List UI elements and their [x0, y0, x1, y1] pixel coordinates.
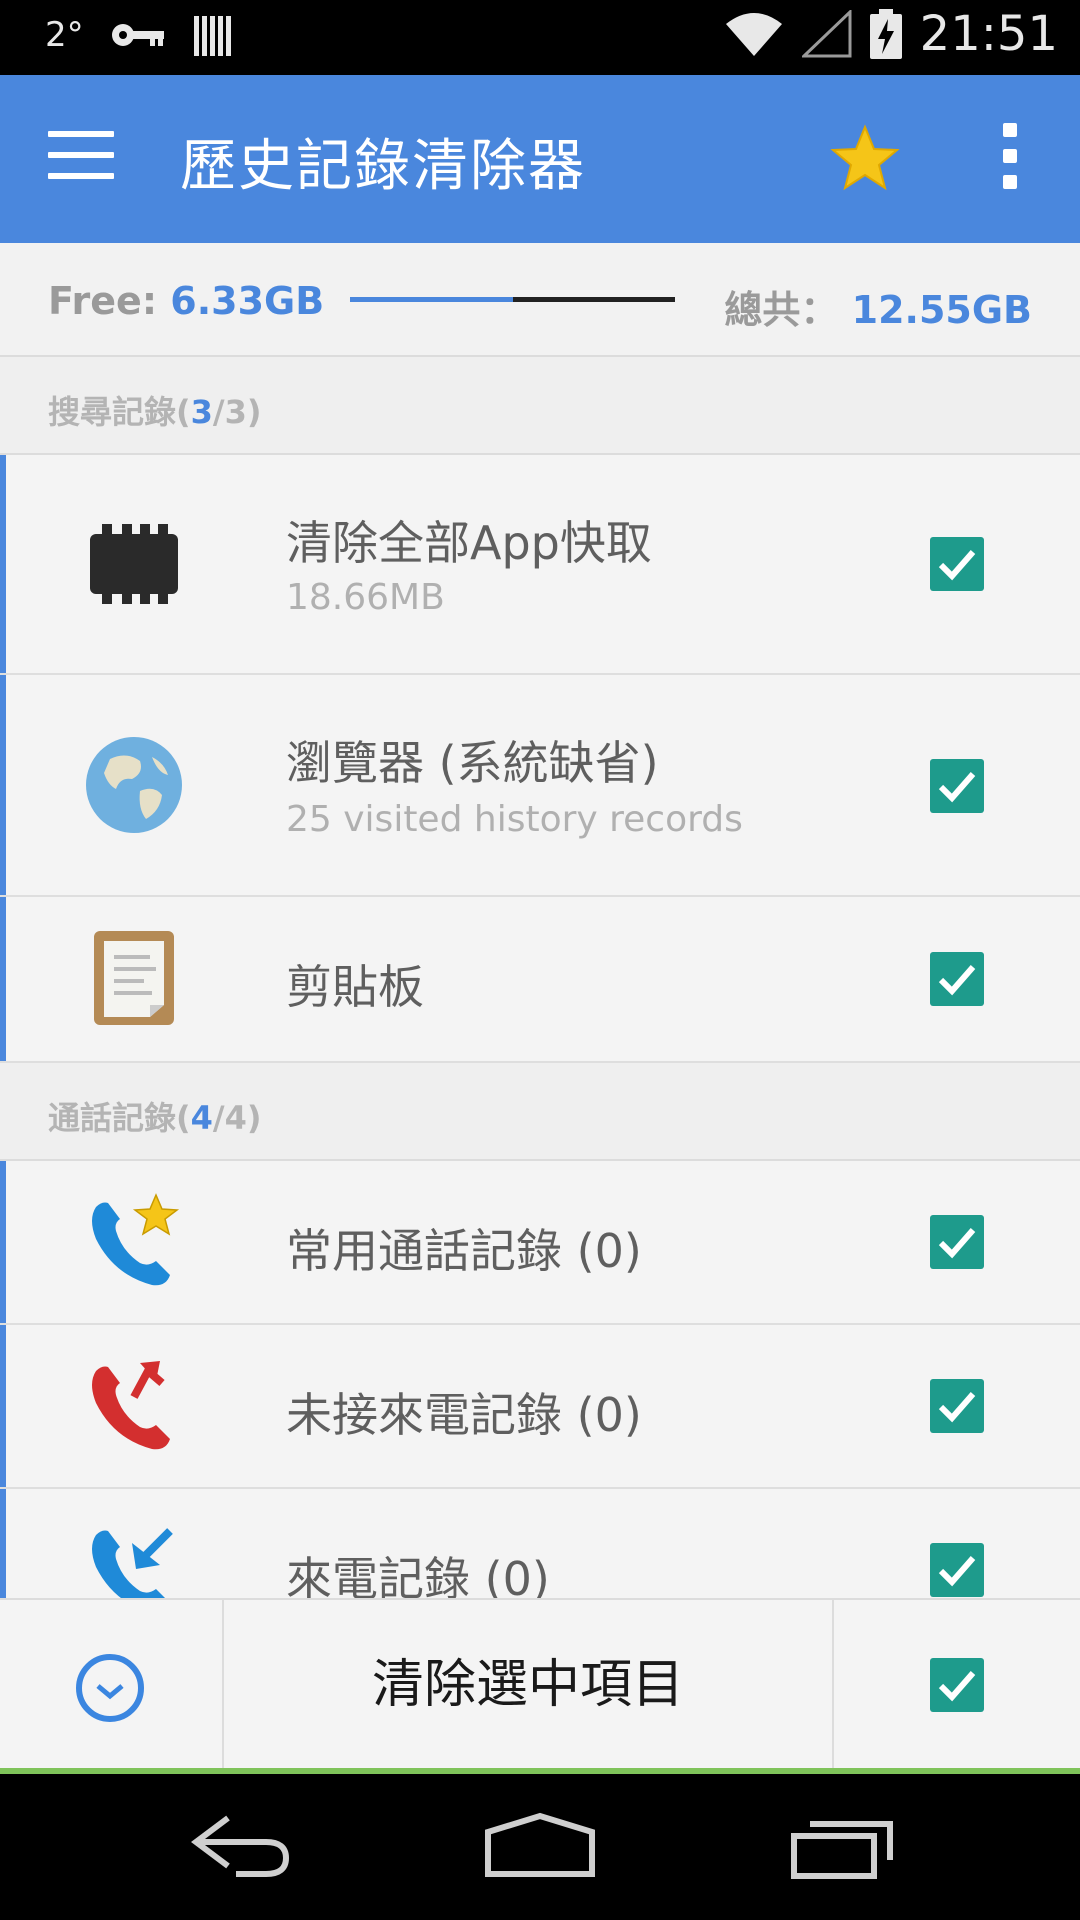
app-bar: 歷史記錄清除器 — [0, 75, 1080, 243]
list-item-browser[interactable]: 瀏覽器 (系統缺省) 25 visited history records — [0, 675, 1080, 897]
wifi-icon — [725, 13, 782, 56]
storage-usage-bar — [350, 297, 675, 302]
favorite-call-icon — [92, 1193, 180, 1286]
signal-icon — [801, 10, 852, 58]
section-count: 3 — [190, 393, 213, 431]
item-title: 剪貼板 — [286, 960, 424, 1014]
select-all-checkbox[interactable] — [930, 1658, 984, 1712]
section-count: 4 — [190, 1099, 213, 1137]
section-header-calls: 通話記錄(4/4) — [0, 1063, 1080, 1161]
globe-icon — [86, 737, 182, 833]
item-checkbox[interactable] — [930, 537, 984, 591]
item-checkbox[interactable] — [930, 952, 984, 1006]
temperature-text: 2° — [45, 15, 84, 55]
list-item-favorite-calls[interactable]: 常用通話記錄 (0) — [0, 1161, 1080, 1325]
section-title: 搜尋記錄 — [48, 393, 177, 431]
item-checkbox[interactable] — [930, 759, 984, 813]
item-checkbox[interactable] — [930, 1379, 984, 1433]
item-checkbox[interactable] — [930, 1543, 984, 1597]
section-header-search: 搜尋記錄(3/3) — [0, 357, 1080, 455]
free-storage: Free: 6.33GB — [48, 279, 325, 323]
section-title: 通話記錄 — [48, 1099, 177, 1137]
list-item-app-cache[interactable]: 清除全部App快取 18.66MB — [0, 455, 1080, 675]
battery-charging-icon — [869, 9, 902, 59]
recents-icon[interactable] — [790, 1812, 896, 1882]
key-icon — [111, 24, 164, 46]
home-icon[interactable] — [484, 1812, 596, 1882]
back-icon[interactable] — [188, 1812, 292, 1882]
item-title: 常用通話記錄 (0) — [286, 1224, 642, 1278]
clock-icon — [76, 1654, 144, 1722]
bottom-action-bar: 清除選中項目 — [0, 1598, 1080, 1770]
status-bar: 2° 21:51 — [0, 0, 1080, 75]
page-title: 歷史記錄清除器 — [180, 134, 586, 199]
missed-call-icon — [92, 1361, 170, 1450]
star-icon[interactable] — [830, 123, 900, 193]
item-title: 未接來電記錄 (0) — [286, 1388, 642, 1442]
menu-icon[interactable] — [48, 131, 114, 187]
chip-icon — [90, 524, 178, 604]
storage-usage-fill — [350, 297, 513, 302]
navigation-bar — [0, 1774, 1080, 1920]
item-checkbox[interactable] — [930, 1215, 984, 1269]
storage-summary: Free: 6.33GB 總共： 12.55GB — [0, 243, 1080, 357]
barcode-icon — [193, 16, 231, 56]
item-subtitle: 25 visited history records — [286, 799, 743, 840]
item-title: 清除全部App快取 — [286, 516, 652, 570]
clock-text: 21:51 — [919, 6, 1058, 62]
clean-selected-button[interactable]: 清除選中項目 — [224, 1600, 834, 1770]
clipboard-icon — [94, 931, 174, 1025]
overflow-menu-icon[interactable] — [995, 123, 1025, 198]
item-subtitle: 18.66MB — [286, 577, 445, 618]
schedule-button[interactable] — [0, 1600, 224, 1770]
list-item-clipboard[interactable]: 剪貼板 — [0, 897, 1080, 1063]
item-title: 瀏覽器 (系統缺省) — [286, 736, 659, 790]
list-item-missed-calls[interactable]: 未接來電記錄 (0) — [0, 1325, 1080, 1489]
total-storage: 總共： 12.55GB — [724, 288, 1032, 332]
